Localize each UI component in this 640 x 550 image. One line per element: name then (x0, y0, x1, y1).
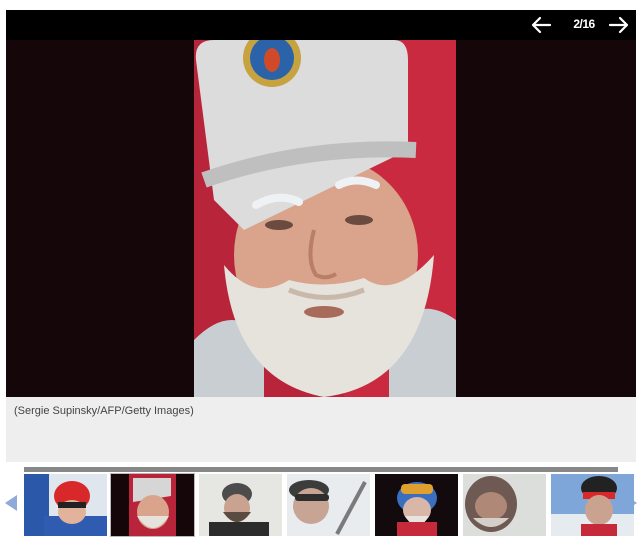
thumbnail-image (111, 474, 194, 536)
thumbnail[interactable] (287, 474, 370, 536)
thumbnail-active[interactable] (110, 473, 195, 537)
thumbnail[interactable] (199, 474, 282, 536)
thumbnail-image (24, 474, 107, 536)
thumbnail[interactable] (375, 474, 458, 536)
arrow-right-icon (608, 16, 629, 34)
thumbnail-image (375, 474, 458, 536)
next-slide-button[interactable] (606, 14, 632, 36)
slide-counter: 2/16 (573, 17, 595, 31)
thumbnail-image (551, 474, 634, 536)
arrow-left-icon (531, 16, 552, 34)
thumbnail-image (287, 474, 370, 536)
main-photo[interactable] (194, 40, 456, 397)
thumbnail-image (199, 474, 282, 536)
previous-slide-button[interactable] (528, 14, 554, 36)
thumbnail[interactable] (24, 474, 107, 536)
slideshow-toolbar: 2/16 (6, 10, 636, 40)
photo-stage (6, 40, 636, 397)
photo-caption: (Sergie Supinsky/AFP/Getty Images) (14, 405, 194, 417)
thumbnail[interactable] (463, 474, 546, 536)
slideshow-viewer: 2/16 (Sergie Supinsky/AFP/Getty Images) (6, 10, 636, 462)
triangle-left-icon (5, 495, 17, 511)
thumbnails-scroll-left-button[interactable] (4, 494, 18, 512)
thumbnail-scrollbar[interactable] (24, 467, 618, 472)
thumbnail-image (463, 474, 546, 536)
thumbnail[interactable] (551, 474, 634, 536)
